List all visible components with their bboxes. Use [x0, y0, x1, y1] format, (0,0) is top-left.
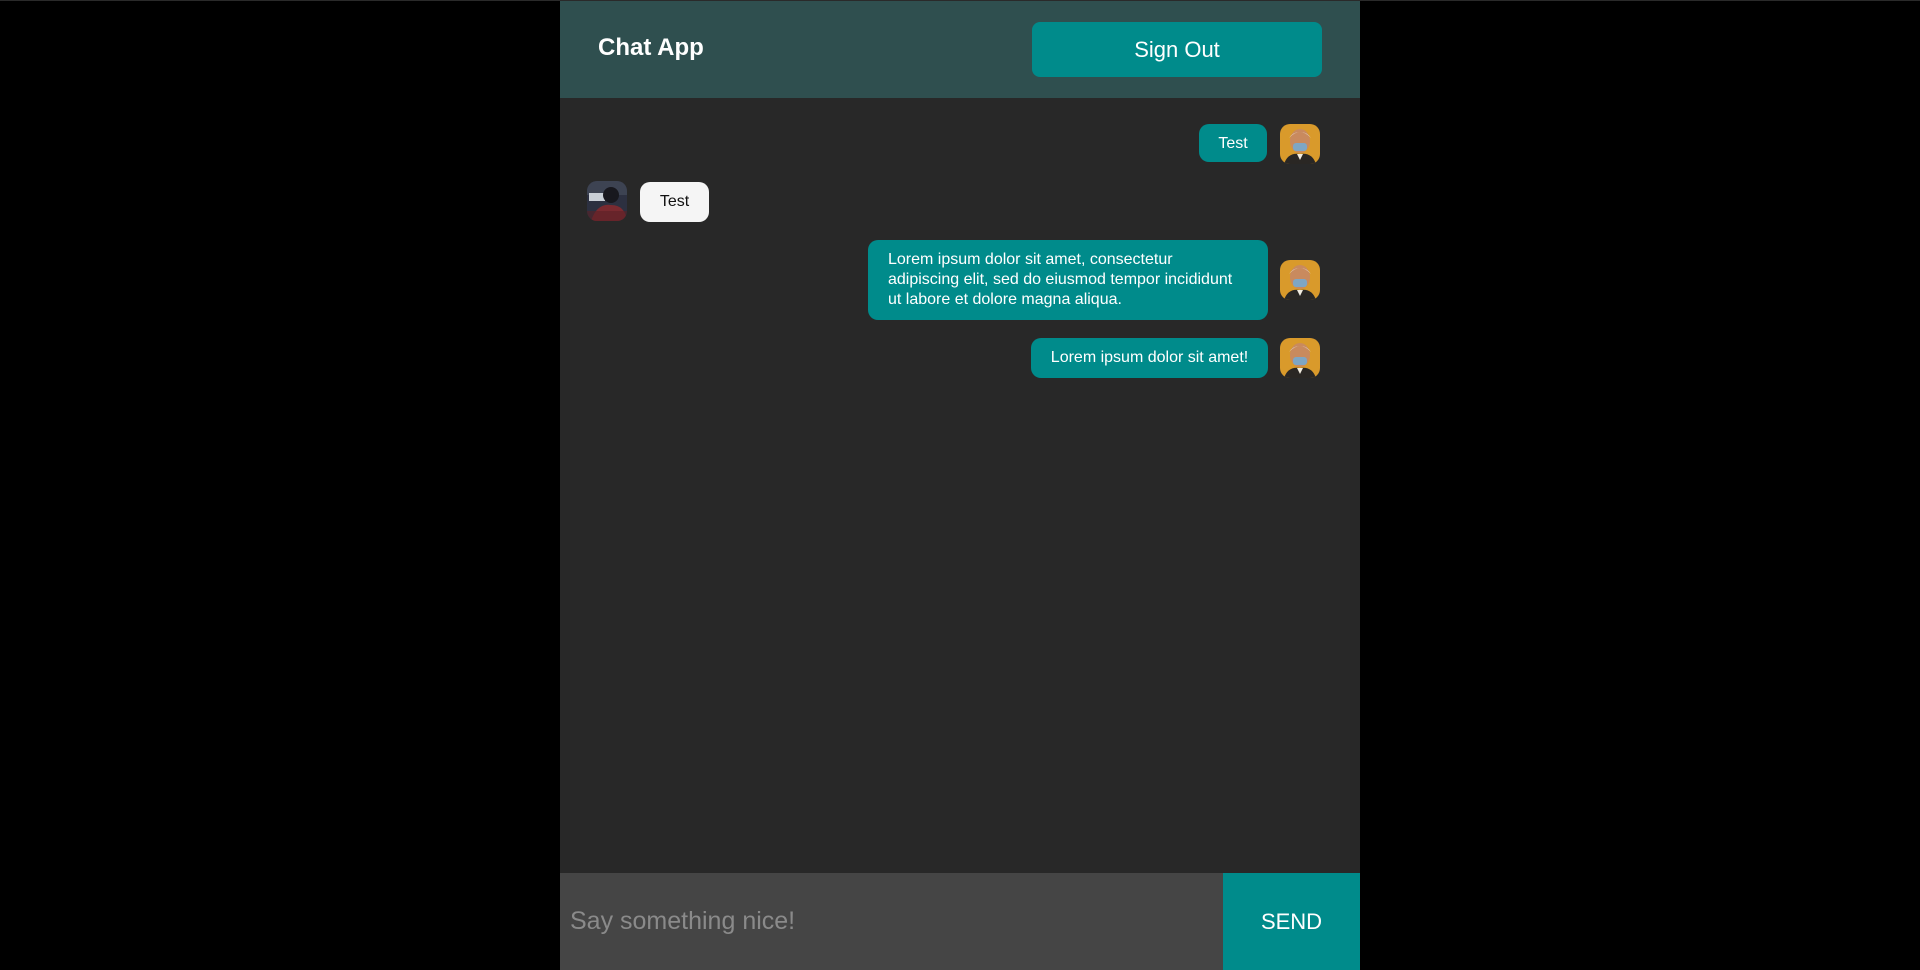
user-avatar[interactable] — [1280, 260, 1320, 300]
user-avatar-portrait-icon — [1280, 260, 1320, 300]
message-sent: Lorem ipsum dolor sit amet! — [560, 98, 1360, 378]
message-bubble: Lorem ipsum dolor sit amet! — [1031, 338, 1268, 378]
message-input[interactable] — [560, 873, 1223, 970]
app-title: Chat App — [598, 34, 704, 61]
send-button[interactable]: SEND — [1223, 873, 1360, 970]
user-avatar[interactable] — [1280, 338, 1320, 378]
user-avatar-portrait-icon — [1280, 338, 1320, 378]
sign-out-button[interactable]: Sign Out — [1032, 22, 1322, 77]
message-composer: SEND — [560, 873, 1360, 970]
message-bubble: Lorem ipsum dolor sit amet, consectetur … — [868, 240, 1268, 320]
chat-app: Chat App Sign Out Test Test Lorem ipsum … — [560, 1, 1360, 970]
header-bar: Chat App Sign Out — [560, 1, 1360, 98]
message-list: Test Test Lorem ipsum dolor sit amet, co… — [560, 98, 1360, 873]
